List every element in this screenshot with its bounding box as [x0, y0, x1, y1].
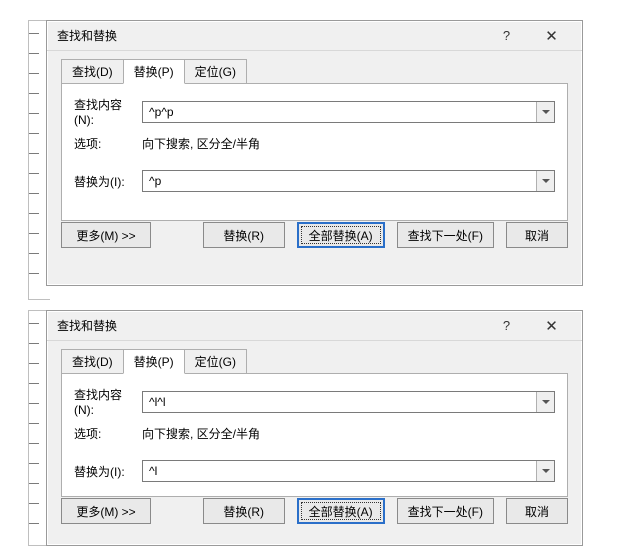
- chevron-down-icon: [542, 469, 550, 473]
- find-replace-dialog-2: 查找和替换 ? ✕ 查找(D) 替换(P) 定位(G) 查找内容(N): ^l^…: [46, 310, 583, 546]
- tab-row: 查找(D) 替换(P) 定位(G): [47, 51, 582, 84]
- close-button[interactable]: ✕: [529, 312, 574, 340]
- help-button[interactable]: ?: [484, 312, 529, 340]
- replace-with-label: 替换为(I):: [74, 173, 142, 190]
- titlebar[interactable]: 查找和替换 ? ✕: [47, 311, 582, 341]
- replace-all-button[interactable]: 全部替换(A): [297, 498, 385, 524]
- tab-find[interactable]: 查找(D): [61, 349, 124, 374]
- replace-with-label: 替换为(I):: [74, 463, 142, 480]
- close-icon: ✕: [545, 27, 558, 45]
- options-value: 向下搜索, 区分全/半角: [142, 135, 555, 152]
- find-what-dropdown[interactable]: [536, 392, 554, 412]
- replace-panel: 查找内容(N): ^l^l 选项: 向下搜索, 区分全/半角 替换为(I): ^…: [61, 373, 568, 497]
- options-label: 选项:: [74, 135, 142, 152]
- tab-goto[interactable]: 定位(G): [184, 59, 247, 84]
- cancel-button[interactable]: 取消: [506, 222, 568, 248]
- more-button[interactable]: 更多(M) >>: [61, 222, 151, 248]
- replace-with-dropdown[interactable]: [536, 461, 554, 481]
- find-replace-dialog-1: 查找和替换 ? ✕ 查找(D) 替换(P) 定位(G) 查找内容(N): ^p^…: [46, 20, 583, 286]
- dialog-title: 查找和替换: [57, 317, 484, 334]
- replace-with-input[interactable]: ^p: [143, 171, 536, 191]
- find-what-input[interactable]: ^l^l: [143, 392, 536, 412]
- find-next-button[interactable]: 查找下一处(F): [397, 222, 494, 248]
- close-icon: ✕: [545, 317, 558, 335]
- close-button[interactable]: ✕: [529, 22, 574, 50]
- replace-with-dropdown[interactable]: [536, 171, 554, 191]
- find-what-label: 查找内容(N):: [74, 386, 142, 417]
- replace-with-combo[interactable]: ^p: [142, 170, 555, 192]
- chevron-down-icon: [542, 110, 550, 114]
- find-what-input[interactable]: ^p^p: [143, 102, 536, 122]
- tab-find[interactable]: 查找(D): [61, 59, 124, 84]
- options-value: 向下搜索, 区分全/半角: [142, 425, 555, 442]
- find-what-dropdown[interactable]: [536, 102, 554, 122]
- replace-button[interactable]: 替换(R): [203, 498, 285, 524]
- replace-panel: 查找内容(N): ^p^p 选项: 向下搜索, 区分全/半角 替换为(I): ^…: [61, 83, 568, 221]
- button-row: 更多(M) >> 替换(R) 全部替换(A) 查找下一处(F) 取消: [47, 498, 582, 536]
- find-what-label: 查找内容(N):: [74, 96, 142, 127]
- replace-button[interactable]: 替换(R): [203, 222, 285, 248]
- dialog-title: 查找和替换: [57, 27, 484, 44]
- tab-row: 查找(D) 替换(P) 定位(G): [47, 341, 582, 374]
- tab-goto[interactable]: 定位(G): [184, 349, 247, 374]
- tab-replace[interactable]: 替换(P): [123, 59, 185, 84]
- help-icon: ?: [503, 318, 510, 333]
- replace-with-combo[interactable]: ^l: [142, 460, 555, 482]
- more-button[interactable]: 更多(M) >>: [61, 498, 151, 524]
- find-next-button[interactable]: 查找下一处(F): [397, 498, 494, 524]
- find-what-combo[interactable]: ^p^p: [142, 101, 555, 123]
- options-label: 选项:: [74, 425, 142, 442]
- find-what-combo[interactable]: ^l^l: [142, 391, 555, 413]
- chevron-down-icon: [542, 400, 550, 404]
- help-icon: ?: [503, 28, 510, 43]
- tab-replace[interactable]: 替换(P): [123, 349, 185, 374]
- replace-all-button[interactable]: 全部替换(A): [297, 222, 385, 248]
- replace-with-input[interactable]: ^l: [143, 461, 536, 481]
- cancel-button[interactable]: 取消: [506, 498, 568, 524]
- button-row: 更多(M) >> 替换(R) 全部替换(A) 查找下一处(F) 取消: [47, 222, 582, 260]
- help-button[interactable]: ?: [484, 22, 529, 50]
- titlebar[interactable]: 查找和替换 ? ✕: [47, 21, 582, 51]
- chevron-down-icon: [542, 179, 550, 183]
